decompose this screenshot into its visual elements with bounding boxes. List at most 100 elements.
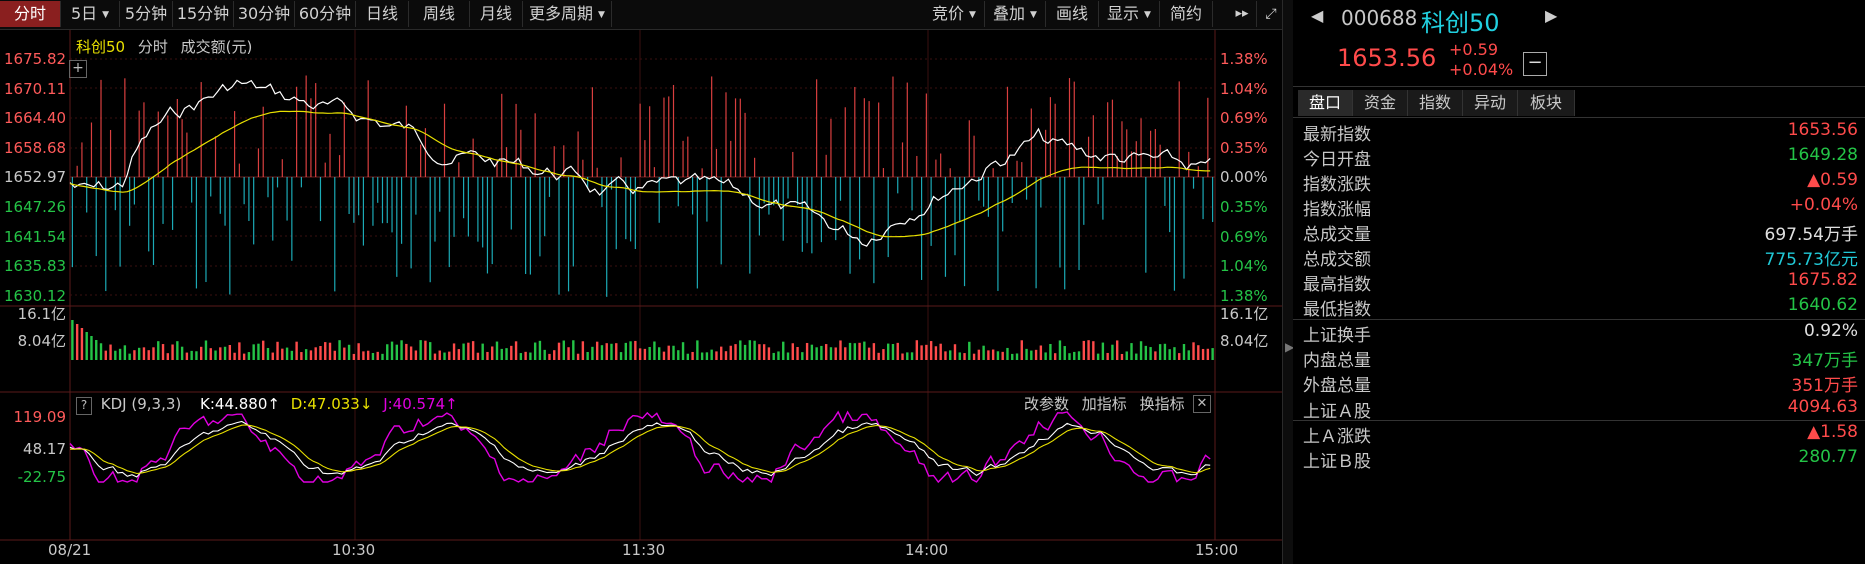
quote-value: ▲0.59 bbox=[1807, 170, 1858, 190]
price-axis-label: 1658.68 bbox=[4, 138, 67, 157]
kdj-axis-label: 48.17 bbox=[23, 440, 66, 458]
volume-axis-label-right: 8.04亿 bbox=[1220, 332, 1269, 350]
volume-axis-label: 8.04亿 bbox=[17, 332, 66, 350]
chart-header: 科创50 分时 成交额(元) bbox=[76, 36, 252, 57]
quote-unit: 亿元 bbox=[1824, 250, 1858, 270]
price-axis-label: 1664.40 bbox=[4, 109, 67, 128]
quote-label: 最高指数 bbox=[1303, 275, 1371, 295]
time-axis-label: 14:00 bbox=[905, 541, 949, 559]
chart-mode: 分时 bbox=[137, 38, 168, 56]
price-axis-label: 1647.26 bbox=[4, 198, 67, 216]
stock-code: 000688 bbox=[1341, 6, 1418, 30]
kdj-k-value: K:44.880↑ bbox=[200, 395, 280, 413]
quote-unit: 万手 bbox=[1824, 376, 1858, 396]
quote-value-wrap: 1649.28 bbox=[1788, 145, 1858, 165]
quote-value: 1675.82 bbox=[1787, 270, 1858, 290]
stock-name: 科创50 bbox=[1421, 9, 1500, 37]
quote-value-wrap: 347万手 bbox=[1792, 346, 1858, 371]
quote-panel: ◀ 000688 科创50 ▶ 1653.56 +0.59 +0.04% − 盘… bbox=[1293, 0, 1865, 564]
quote-value: 697.54 bbox=[1764, 225, 1824, 245]
edit-params-button[interactable]: 改参数 bbox=[1024, 395, 1069, 413]
pct-axis-label: 0.69% bbox=[1220, 109, 1268, 128]
price-change: +0.59 bbox=[1449, 40, 1499, 59]
quote-row: 最低指数 1640.62 bbox=[1303, 295, 1858, 320]
price-change-pct: +0.04% bbox=[1449, 60, 1514, 79]
quote-label: 今日开盘 bbox=[1303, 150, 1371, 170]
quote-value-wrap: 4094.63 bbox=[1788, 397, 1858, 417]
pct-axis-label: 1.38% bbox=[1220, 50, 1268, 68]
panel-tab-4[interactable]: 板块 bbox=[1518, 90, 1575, 116]
pct-axis-label: 0.35% bbox=[1220, 198, 1268, 216]
quote-row: 外盘总量 351万手 bbox=[1303, 371, 1858, 396]
quote-label: 上Ａ涨跌 bbox=[1303, 427, 1371, 447]
next-stock-icon[interactable]: ▶ bbox=[1545, 6, 1557, 25]
volume-unit: 成交额(元) bbox=[180, 38, 253, 56]
last-price: 1653.56 bbox=[1337, 44, 1437, 72]
prev-stock-icon[interactable]: ◀ bbox=[1311, 6, 1323, 25]
quote-row: 上证Ｂ股 280.77 bbox=[1303, 447, 1858, 472]
quote-row: 最高指数 1675.82 bbox=[1303, 270, 1858, 295]
quote-label: 指数涨跌 bbox=[1303, 175, 1371, 195]
quote-row: 今日开盘 1649.28 bbox=[1303, 145, 1858, 170]
quote-label: 上证Ａ股 bbox=[1303, 402, 1371, 422]
quote-value: 1640.62 bbox=[1787, 295, 1858, 315]
pct-axis-label: 1.04% bbox=[1220, 79, 1268, 98]
panel-tab-0[interactable]: 盘口 bbox=[1298, 90, 1353, 116]
time-axis-label: 15:00 bbox=[1195, 541, 1239, 559]
quote-value-wrap: 1653.56 bbox=[1788, 120, 1858, 140]
quote-value: ▲1.58 bbox=[1807, 422, 1858, 442]
quote-value: +0.04% bbox=[1789, 195, 1858, 215]
quote-value-wrap: 0.92% bbox=[1804, 321, 1858, 341]
quote-label: 总成交量 bbox=[1303, 225, 1371, 245]
quote-label: 内盘总量 bbox=[1303, 351, 1371, 371]
quote-label: 上证Ｂ股 bbox=[1303, 452, 1371, 472]
time-axis-label: 10:30 bbox=[332, 541, 376, 559]
pct-axis-label: 0.35% bbox=[1220, 138, 1268, 157]
quote-label: 上证换手 bbox=[1303, 326, 1371, 346]
quote-row: 指数涨跌 ▲0.59 bbox=[1303, 170, 1858, 195]
price-axis-label: 1670.11 bbox=[4, 79, 67, 98]
index-name: 科创50 bbox=[76, 38, 126, 56]
add-indicator-button[interactable]: 加指标 bbox=[1082, 395, 1127, 413]
quote-value-wrap: 1675.82 bbox=[1788, 270, 1858, 290]
add-overlay-icon[interactable]: + bbox=[69, 60, 87, 78]
price-axis-label: 1641.54 bbox=[4, 227, 67, 246]
volume-axis-label-right: 16.1亿 bbox=[1220, 305, 1269, 323]
quote-value-wrap: +0.04% bbox=[1790, 195, 1858, 215]
close-indicator-icon[interactable]: ✕ bbox=[1193, 395, 1211, 413]
volume-axis-label: 16.1亿 bbox=[17, 305, 66, 323]
quote-value-wrap: 1640.62 bbox=[1788, 295, 1858, 315]
kdj-d-value: D:47.033↓ bbox=[290, 395, 373, 413]
quote-unit: 万手 bbox=[1824, 225, 1858, 245]
quote-value: 4094.63 bbox=[1787, 397, 1858, 417]
quote-row: 指数涨幅 +0.04% bbox=[1303, 195, 1858, 220]
quote-row: 总成交量 697.54万手 bbox=[1303, 220, 1858, 245]
quote-value: 775.73 bbox=[1764, 250, 1824, 270]
price-axis-label: 1652.97 bbox=[4, 168, 67, 187]
quote-label: 最新指数 bbox=[1303, 125, 1371, 145]
quote-row: 总成交额 775.73亿元 bbox=[1303, 245, 1858, 270]
panel-tab-1[interactable]: 资金 bbox=[1353, 90, 1408, 116]
panel-tab-3[interactable]: 异动 bbox=[1463, 90, 1518, 116]
time-axis-label: 08/21 bbox=[48, 541, 92, 559]
quote-label: 总成交额 bbox=[1303, 250, 1371, 270]
quote-value-wrap: 280.77 bbox=[1799, 447, 1858, 467]
panel-tab-2[interactable]: 指数 bbox=[1408, 90, 1463, 116]
kdj-name[interactable]: KDJ (9,3,3) bbox=[101, 395, 181, 413]
quote-row: 内盘总量 347万手 bbox=[1303, 346, 1858, 371]
quote-row: 上证换手 0.92% bbox=[1303, 321, 1858, 346]
price-axis-label: 1675.82 bbox=[4, 50, 67, 68]
intraday-chart[interactable] bbox=[0, 0, 1282, 564]
quote-value-wrap: ▲1.58 bbox=[1807, 422, 1858, 442]
quote-value-wrap: 775.73亿元 bbox=[1765, 245, 1858, 270]
kdj-j-value: J:40.574↑ bbox=[383, 395, 458, 413]
switch-indicator-button[interactable]: 换指标 bbox=[1140, 395, 1185, 413]
quote-value: 347 bbox=[1791, 351, 1824, 371]
collapse-button[interactable]: − bbox=[1523, 52, 1547, 76]
quote-label: 外盘总量 bbox=[1303, 376, 1371, 396]
indicator-buttons: 改参数 加指标 换指标 bbox=[1024, 394, 1185, 414]
quote-row: 上Ａ涨跌 ▲1.58 bbox=[1303, 422, 1858, 447]
kdj-help-icon[interactable]: ? bbox=[76, 397, 92, 415]
kdj-axis-label: -22.75 bbox=[17, 468, 66, 486]
pct-axis-label: 0.69% bbox=[1220, 227, 1268, 246]
